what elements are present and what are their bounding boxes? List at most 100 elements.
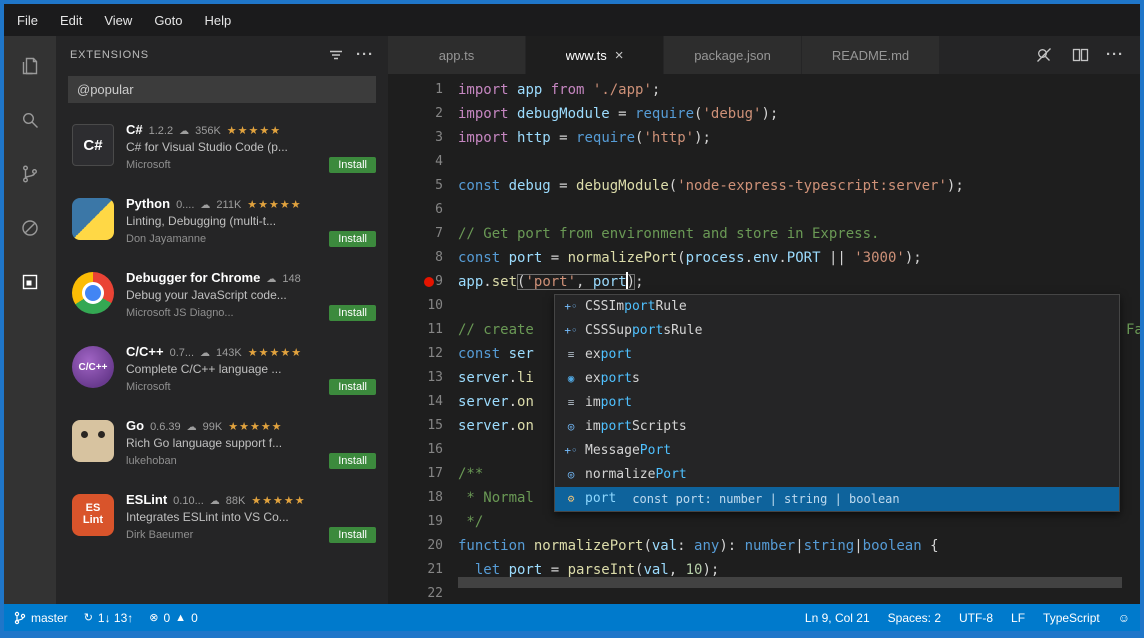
install-button[interactable]: Install	[329, 453, 376, 469]
install-button[interactable]: Install	[329, 379, 376, 395]
sidebar-more-actions-icon[interactable]: ···	[356, 50, 374, 60]
line-number[interactable]: 16	[388, 438, 458, 462]
suggestion-item[interactable]: ◉exports	[555, 367, 1119, 391]
activity-source-control-button[interactable]	[8, 154, 52, 194]
install-button[interactable]: Install	[329, 231, 376, 247]
tab-README.md[interactable]: README.md	[802, 36, 939, 74]
code-line[interactable]: 20function normalizePort(val: any): numb…	[388, 534, 1140, 558]
extension-info: Go0.6.39☁99K★★★★★Rich Go language suppor…	[126, 418, 378, 469]
split-editor-icon[interactable]	[1070, 45, 1090, 65]
line-number[interactable]: 14	[388, 390, 458, 414]
cursor-position[interactable]: Ln 9, Col 21	[805, 611, 870, 625]
line-number[interactable]: 6	[388, 198, 458, 222]
code-line[interactable]: 5const debug = debugModule('node-express…	[388, 174, 1140, 198]
line-number[interactable]: 9	[388, 270, 458, 294]
line-number[interactable]: 7	[388, 222, 458, 246]
line-number[interactable]: 8	[388, 246, 458, 270]
extensions-search-input[interactable]	[68, 76, 376, 103]
line-number[interactable]: 2	[388, 102, 458, 126]
suggestion-label-match: port	[601, 371, 632, 386]
line-number[interactable]: 1	[388, 78, 458, 102]
menu-item-help[interactable]: Help	[194, 13, 243, 28]
line-number[interactable]: 19	[388, 510, 458, 534]
code-line[interactable]: 8const port = normalizePort(process.env.…	[388, 246, 1140, 270]
search-icon	[18, 108, 42, 132]
git-branch-status[interactable]: master	[14, 611, 68, 625]
activity-explorer-button[interactable]	[8, 46, 52, 86]
extension-item[interactable]: Python0....☁211K★★★★★Linting, Debugging …	[56, 187, 388, 261]
extension-name: Python	[126, 196, 170, 211]
horizontal-scrollbar[interactable]	[458, 577, 1122, 588]
sync-status[interactable]: ↻ 1↓ 13↑	[84, 611, 134, 625]
code-token: debugModule	[517, 106, 610, 122]
install-button[interactable]: Install	[329, 527, 376, 543]
filter-icon[interactable]	[328, 47, 344, 63]
install-button[interactable]: Install	[329, 157, 376, 173]
activity-search-button[interactable]	[8, 100, 52, 140]
code-line[interactable]: 19 */	[388, 510, 1140, 534]
line-number[interactable]: 22	[388, 582, 458, 604]
close-icon[interactable]: ×	[615, 48, 624, 63]
code-line[interactable]: 7// Get port from environment and store …	[388, 222, 1140, 246]
line-number[interactable]: 3	[388, 126, 458, 150]
code-token: '3000'	[854, 250, 905, 266]
extension-item[interactable]: C#C#1.2.2☁356K★★★★★C# for Visual Studio …	[56, 113, 388, 187]
problems-status[interactable]: ⊗ 0 ▲ 0	[149, 611, 197, 625]
code-line[interactable]: 1import app from './app';	[388, 78, 1140, 102]
menu-item-goto[interactable]: Goto	[143, 13, 193, 28]
tab-www.ts[interactable]: www.ts×	[526, 36, 663, 74]
property-suggestion-icon: ⚙	[561, 487, 581, 511]
tab-app.ts[interactable]: app.ts	[388, 36, 525, 74]
menu-item-edit[interactable]: Edit	[49, 13, 93, 28]
code-token: =	[542, 562, 567, 578]
line-number[interactable]: 5	[388, 174, 458, 198]
install-button[interactable]: Install	[329, 305, 376, 321]
suggestion-item[interactable]: ◎normalizePort	[555, 463, 1119, 487]
line-number[interactable]: 10	[388, 294, 458, 318]
suggestion-item[interactable]: ⚙portconst port: number | string | boole…	[555, 487, 1119, 511]
eol-status[interactable]: LF	[1011, 611, 1025, 625]
line-number[interactable]: 21	[388, 558, 458, 582]
code-line[interactable]: 2import debugModule = require('debug');	[388, 102, 1140, 126]
extension-description: Integrates ESLint into VS Co...	[126, 510, 378, 524]
extension-item[interactable]: C/C++C/C++0.7...☁143K★★★★★Complete C/C++…	[56, 335, 388, 409]
line-number[interactable]: 17	[388, 462, 458, 486]
line-number[interactable]: 13	[388, 366, 458, 390]
code-line[interactable]: 4	[388, 150, 1140, 174]
indentation-status[interactable]: Spaces: 2	[888, 611, 941, 625]
encoding-status[interactable]: UTF-8	[959, 611, 993, 625]
extension-footer-row: MicrosoftInstall	[126, 379, 378, 395]
extension-item[interactable]: Debugger for Chrome☁148Debug your JavaSc…	[56, 261, 388, 335]
line-number[interactable]: 20	[388, 534, 458, 558]
line-number[interactable]: 12	[388, 342, 458, 366]
language-mode-status[interactable]: TypeScript	[1043, 611, 1100, 625]
tab-label: app.ts	[439, 48, 474, 63]
feedback-smiley-icon[interactable]: ☺	[1118, 611, 1130, 625]
code-line-text: */	[458, 510, 1140, 534]
editor-more-actions-icon[interactable]: ···	[1106, 50, 1124, 60]
activity-extensions-button[interactable]	[8, 262, 52, 302]
suggestion-item[interactable]: +◦CSSImportRule	[555, 295, 1119, 319]
download-count-icon: ☁	[200, 200, 210, 211]
suggestion-item[interactable]: ◎importScripts	[555, 415, 1119, 439]
suggestion-item[interactable]: ≡export	[555, 343, 1119, 367]
code-line[interactable]: 9app.set('port', port);	[388, 270, 1140, 294]
line-number[interactable]: 11	[388, 318, 458, 342]
code-editor[interactable]: 1import app from './app';2import debugMo…	[388, 74, 1140, 604]
menu-item-file[interactable]: File	[6, 13, 49, 28]
breakpoint-icon[interactable]	[424, 277, 434, 287]
line-number[interactable]: 15	[388, 414, 458, 438]
suggestion-item[interactable]: ≡import	[555, 391, 1119, 415]
suggestion-item[interactable]: +◦CSSSupportsRule	[555, 319, 1119, 343]
code-line[interactable]: 3import http = require('http');	[388, 126, 1140, 150]
activity-debug-button[interactable]	[8, 208, 52, 248]
line-number[interactable]: 18	[388, 486, 458, 510]
extension-item[interactable]: Go0.6.39☁99K★★★★★Rich Go language suppor…	[56, 409, 388, 483]
menu-item-view[interactable]: View	[93, 13, 143, 28]
line-number[interactable]: 4	[388, 150, 458, 174]
extension-item[interactable]: ES LintESLint0.10...☁88K★★★★★Integrates …	[56, 483, 388, 557]
code-line[interactable]: 6	[388, 198, 1140, 222]
suggestion-item[interactable]: +◦MessagePort	[555, 439, 1119, 463]
tab-package.json[interactable]: package.json	[664, 36, 801, 74]
open-preview-icon[interactable]	[1034, 45, 1054, 65]
